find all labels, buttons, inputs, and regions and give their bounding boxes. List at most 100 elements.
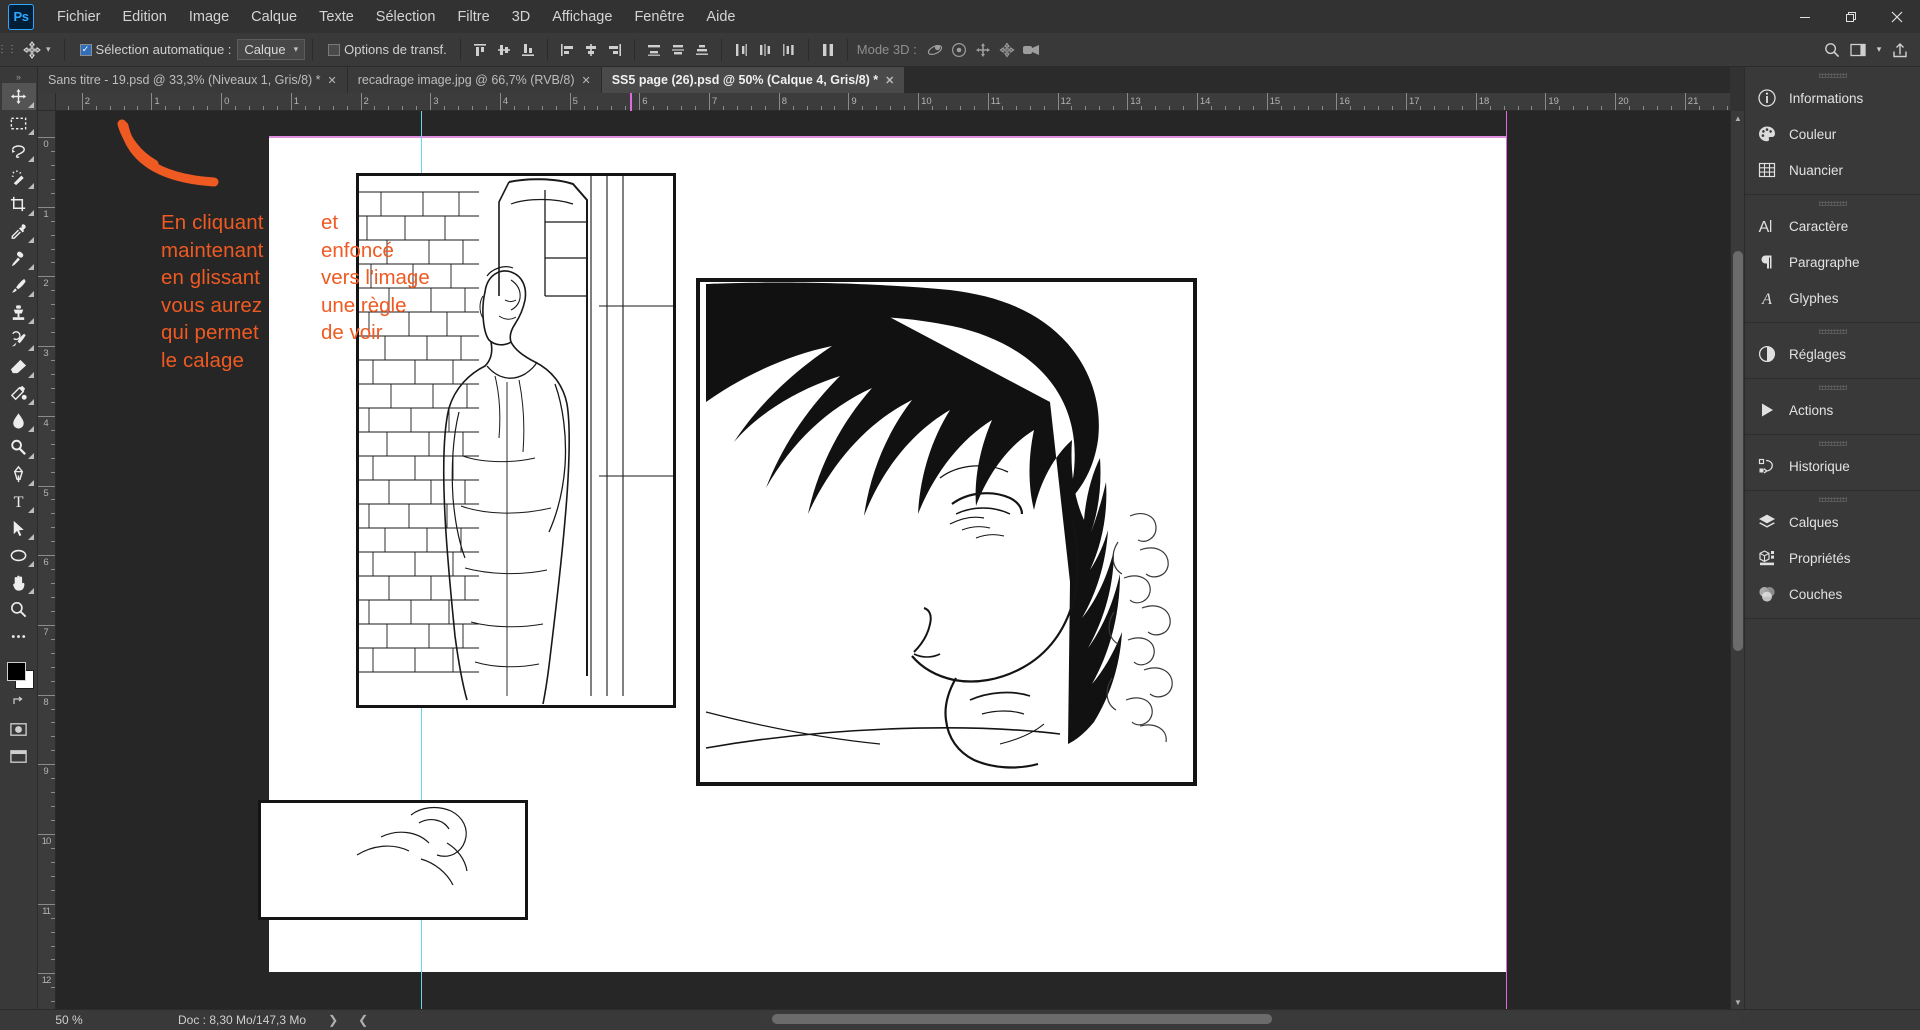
horizontal-scroll-thumb[interactable] [772,1014,1272,1024]
horizontal-ruler[interactable]: 3210123456789101112131415161718192021222… [56,93,1730,111]
auto-select-checkbox-row[interactable]: ✓ Sélection automatique : [72,33,238,67]
align-left-edges-icon[interactable] [555,38,579,62]
lasso-tool[interactable] [2,137,36,164]
gradient-tool[interactable] [2,380,36,407]
transform-options-checkbox[interactable]: ✓ [328,43,341,56]
menu-3d[interactable]: 3D [501,3,542,31]
tool-preset-chevron-icon[interactable]: ▾ [46,44,51,55]
chevron-down-icon[interactable]: ▾ [1872,38,1886,62]
brush-tool[interactable] [2,272,36,299]
menu-image[interactable]: Image [178,3,240,31]
vertical-scroll-thumb[interactable] [1733,251,1743,651]
color-swatches[interactable] [2,658,36,692]
scroll-left-icon[interactable]: ❮ [358,1013,368,1027]
distribute-right-edges-icon[interactable] [777,38,801,62]
history-brush-tool[interactable] [2,326,36,353]
more-tools-button[interactable] [2,623,36,650]
distribute-horizontal-centers-icon[interactable] [753,38,777,62]
move-tool[interactable] [1,83,36,110]
clone-stamp-tool[interactable] [2,299,36,326]
blur-tool[interactable] [2,407,36,434]
hand-tool[interactable] [2,569,36,596]
restore-icon[interactable] [1828,0,1874,33]
tools-panel-grip[interactable]: » [2,71,36,83]
panel-item-couleur[interactable]: Couleur [1745,116,1920,152]
menu-texte[interactable]: Texte [308,3,365,31]
menu-affichage[interactable]: Affichage [541,3,623,31]
scale-3d-icon[interactable] [1019,38,1043,62]
minimize-icon[interactable] [1782,0,1828,33]
panel-group-grip[interactable] [1745,71,1920,80]
distribute-bottom-edges-icon[interactable] [690,38,714,62]
distribute-top-edges-icon[interactable] [642,38,666,62]
menu-calque[interactable]: Calque [240,3,308,31]
panel-item-propri-t-s[interactable]: Propriétés [1745,540,1920,576]
options-bar-grip[interactable]: ⋮⋮ [0,33,17,67]
menu-fichier[interactable]: Fichier [46,3,112,31]
panel-group-grip[interactable] [1745,383,1920,392]
workspace-icon[interactable] [1846,38,1870,62]
menu-aide[interactable]: Aide [695,3,746,31]
screen-mode-icon[interactable] [2,743,36,770]
close-tab-icon[interactable]: ✕ [582,74,591,87]
document-tab[interactable]: SS5 page (26).psd @ 50% (Calque 4, Gris/… [601,67,906,93]
slide-3d-icon[interactable] [995,38,1019,62]
menu-s-lection[interactable]: Sélection [365,3,447,31]
panel-item-glyphes[interactable]: A Glyphes [1745,280,1920,316]
rectangular-marquee-tool[interactable] [2,110,36,137]
quick-mask-icon[interactable] [2,716,36,743]
pan-3d-icon[interactable] [971,38,995,62]
panel-item-r-glages[interactable]: Réglages [1745,336,1920,372]
zoom-level-field[interactable]: 50 % [38,1013,100,1027]
panel-item-actions[interactable]: Actions [1745,392,1920,428]
canvas-horizontal-scrollbar[interactable] [760,1012,1740,1026]
guide-vertical-magenta[interactable] [1506,111,1507,1009]
path-selection-tool[interactable] [2,515,36,542]
distribute-spacing-icon[interactable] [816,38,840,62]
eyedropper-tool[interactable] [2,218,36,245]
menu-fen-tre[interactable]: Fenêtre [623,3,695,31]
zoom-tool[interactable] [2,596,36,623]
panel-item-paragraphe[interactable]: Paragraphe [1745,244,1920,280]
align-bottom-edges-icon[interactable] [516,38,540,62]
pen-tool[interactable] [2,461,36,488]
crop-tool[interactable] [2,191,36,218]
orbit-3d-icon[interactable] [923,38,947,62]
canvas-viewport[interactable]: En cliquant maintenant en glissant vous … [56,111,1730,1009]
close-tab-icon[interactable]: ✕ [328,74,337,87]
scroll-up-icon[interactable]: ▲ [1731,111,1745,125]
menu-edition[interactable]: Edition [112,3,178,31]
ruler-origin-corner[interactable] [38,93,56,111]
distribute-vertical-centers-icon[interactable] [666,38,690,62]
document-tab[interactable]: recadrage image.jpg @ 66,7% (RVB/8) ✕ [347,67,602,93]
status-expand-icon[interactable]: ❯ [328,1013,338,1027]
ellipse-tool[interactable] [2,542,36,569]
active-tool-preset[interactable]: ▾ [14,33,57,67]
align-right-edges-icon[interactable] [603,38,627,62]
healing-brush-tool[interactable] [2,245,36,272]
vertical-ruler[interactable]: 012345678910111213 [38,111,56,1009]
magic-wand-tool[interactable] [2,164,36,191]
panel-item-caract-re[interactable]: A Caractère [1745,208,1920,244]
panel-item-historique[interactable]: Historique [1745,448,1920,484]
type-tool[interactable]: T [2,488,36,515]
search-icon[interactable] [1820,38,1844,62]
panel-item-calques[interactable]: Calques [1745,504,1920,540]
close-icon[interactable] [1874,0,1920,33]
eraser-tool[interactable] [2,353,36,380]
dodge-tool[interactable] [2,434,36,461]
distribute-left-edges-icon[interactable] [729,38,753,62]
panel-group-grip[interactable] [1745,495,1920,504]
panel-group-grip[interactable] [1745,327,1920,336]
swap-colors-icon[interactable] [6,694,32,708]
transform-options-checkbox-row[interactable]: ✓ Options de transf. [320,33,453,67]
panel-group-grip[interactable] [1745,199,1920,208]
share-icon[interactable] [1888,38,1912,62]
roll-3d-icon[interactable] [947,38,971,62]
foreground-color-swatch[interactable] [6,662,26,681]
align-top-edges-icon[interactable] [468,38,492,62]
panel-item-nuancier[interactable]: Nuancier [1745,152,1920,188]
canvas-vertical-scrollbar[interactable]: ▲ ▼ [1730,111,1744,1009]
auto-select-checkbox[interactable]: ✓ [79,43,92,56]
scroll-down-icon[interactable]: ▼ [1731,995,1745,1009]
